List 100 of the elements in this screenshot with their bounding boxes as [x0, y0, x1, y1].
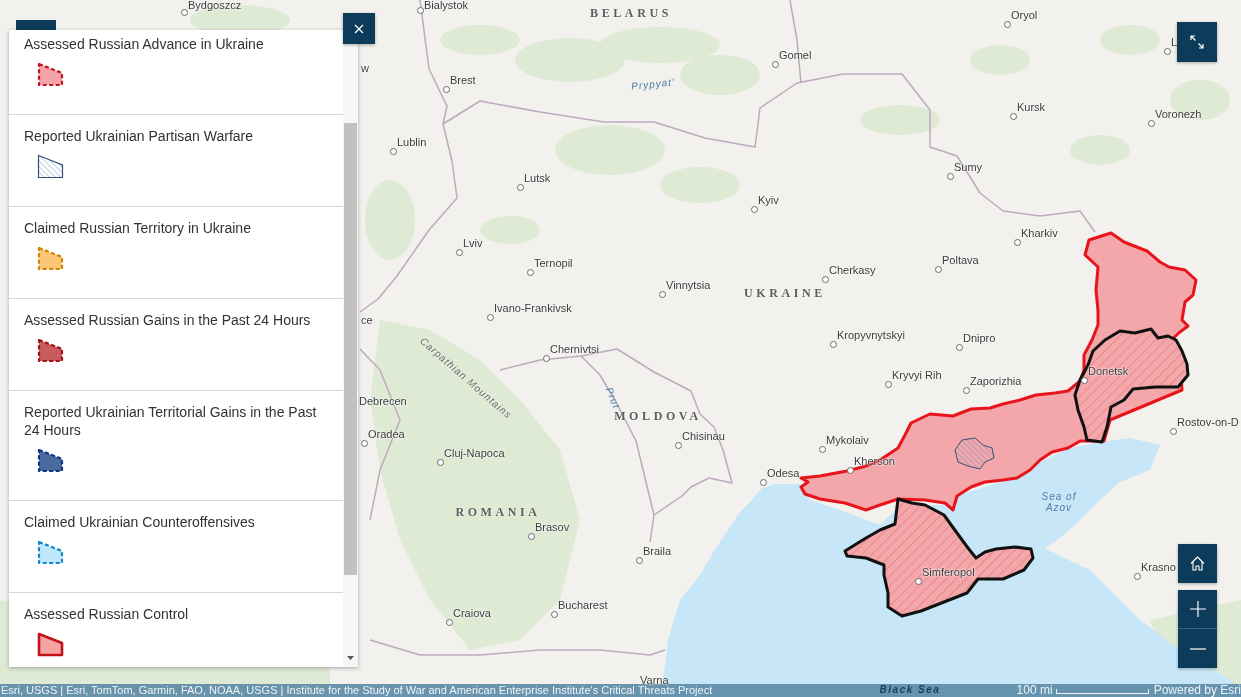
- city-label: Gomel: [779, 49, 812, 62]
- city-label: Donetsk: [1088, 365, 1129, 378]
- home-button[interactable]: [1178, 544, 1217, 583]
- city-label: ce: [361, 314, 373, 327]
- city-marker-icon: [635, 556, 643, 564]
- city-label: Cluj-Napoca: [444, 447, 505, 460]
- city-label: Kharkiv: [1021, 227, 1058, 240]
- forest-patch: [1100, 25, 1160, 55]
- city-label: Debrecen: [359, 395, 407, 408]
- city-marker-icon: [1163, 47, 1171, 55]
- city-marker-icon: [846, 466, 854, 474]
- city-label: Chernivtsi: [550, 343, 599, 356]
- country-label: ROMANIA: [455, 505, 541, 519]
- country-label: MOLDOVA: [614, 409, 702, 423]
- city-label: Craiova: [453, 607, 491, 620]
- city-label: Lviv: [463, 237, 483, 250]
- city-marker-icon: [1169, 427, 1177, 435]
- city-marker-icon: [818, 445, 826, 453]
- city-label: Mykolaiv: [826, 434, 869, 447]
- city-label: Lublin: [397, 136, 427, 149]
- city-marker-icon: [821, 275, 829, 283]
- plus-icon: [1189, 601, 1206, 617]
- city-marker-icon: [750, 205, 758, 213]
- legend-label: Reported Ukrainian Partisan Warfare: [24, 127, 255, 145]
- sea-label: Black Sea: [879, 683, 941, 695]
- legend-label: Claimed Russian Territory in Ukraine: [24, 219, 252, 237]
- city-marker-icon: [542, 354, 550, 362]
- scale-label: 100 mi: [1016, 684, 1053, 697]
- city-marker-icon: [445, 618, 453, 626]
- city-label: Odesa: [767, 467, 800, 480]
- city-label: w: [361, 62, 369, 75]
- city-label: Ternopil: [534, 257, 573, 270]
- city-label: Cherkasy: [829, 264, 876, 277]
- city-marker-icon: [1003, 20, 1011, 28]
- close-button[interactable]: [343, 13, 375, 44]
- city-label: Brest: [450, 74, 476, 87]
- city-marker-icon: [1147, 119, 1155, 127]
- home-icon: [1190, 556, 1205, 571]
- city-marker-icon: [674, 441, 682, 449]
- city-marker-icon: [1080, 376, 1088, 384]
- country-label: UKRAINE: [744, 286, 826, 300]
- city-label: Voronezh: [1155, 108, 1202, 121]
- city-label: Dnipro: [963, 332, 996, 345]
- city-marker-icon: [442, 85, 450, 93]
- city-label: Varna: [640, 674, 669, 686]
- city-label: Vinnytsia: [666, 279, 711, 292]
- forest-patch: [1070, 135, 1130, 165]
- city-label: Oradea: [368, 428, 405, 441]
- city-label: Krasno: [1141, 561, 1176, 574]
- city-marker-icon: [550, 610, 558, 618]
- city-label: Kursk: [1017, 101, 1046, 114]
- water-label: Prypyat': [630, 76, 676, 92]
- city-marker-icon: [360, 439, 368, 447]
- city-marker-icon: [486, 313, 494, 321]
- city-label: Bialystok: [424, 0, 469, 12]
- city-marker-icon: [180, 8, 188, 16]
- city-marker-icon: [829, 340, 837, 348]
- water-label: Sea of Azov: [1040, 491, 1078, 513]
- water-label: Prut: [603, 385, 623, 411]
- city-label: L: [1171, 36, 1178, 49]
- zoom-in-button[interactable]: [1178, 590, 1217, 629]
- legend-label: Assessed Russian Advance in Ukraine: [24, 35, 265, 53]
- city-label: Braila: [643, 545, 672, 558]
- close-icon: [354, 23, 364, 34]
- powered-by-link[interactable]: Powered by Esri: [1153, 684, 1241, 697]
- legend-label: Claimed Ukrainian Counteroffensives: [24, 513, 256, 531]
- city-label: Ivano-Frankivsk: [494, 302, 572, 315]
- city-label: Oryol: [1011, 9, 1038, 22]
- fullscreen-button[interactable]: [1177, 22, 1217, 62]
- city-marker-icon: [771, 60, 779, 68]
- city-marker-icon: [527, 532, 535, 540]
- city-label: Brasov: [535, 521, 570, 534]
- legend-label: Reported Ukrainian Territorial Gains in the Past 24 Hours: [24, 403, 318, 439]
- city-label: Chisinau: [682, 430, 725, 443]
- scroll-down-icon[interactable]: [347, 656, 354, 660]
- city-marker-icon: [516, 183, 524, 191]
- city-label: Zaporizhia: [970, 375, 1022, 388]
- legend-label: Assessed Russian Gains in the Past 24 Hours: [24, 311, 312, 329]
- attribution-text: Esri, USGS | Esri, TomTom, Garmin, FAO, NOAA, USGS | Institute for the Study of War and American Enterprise Institute's Critical Threats Project: [0, 684, 713, 697]
- partisan-area: [954, 437, 995, 470]
- expand-icon: [1190, 35, 1204, 49]
- city-label: Simferopol: [922, 566, 975, 579]
- city-marker-icon: [914, 577, 922, 585]
- city-label: Lutsk: [524, 172, 551, 185]
- city-marker-icon: [389, 147, 397, 155]
- city-marker-icon: [416, 6, 424, 14]
- legend-label: Assessed Russian Control: [24, 605, 190, 623]
- country-label: BELARUS: [590, 6, 672, 20]
- city-marker-icon: [526, 268, 534, 276]
- city-marker-icon: [455, 248, 463, 256]
- scrollbar-thumb[interactable]: [344, 123, 357, 575]
- city-label: Kryvyi Rih: [892, 369, 942, 382]
- city-marker-icon: [759, 478, 767, 486]
- zoom-out-button[interactable]: [1178, 629, 1217, 668]
- city-marker-icon: [946, 172, 954, 180]
- city-label: Bydgoszcz: [188, 0, 242, 12]
- scrollbar-track[interactable]: [343, 44, 358, 667]
- city-label: Rostov-on-D: [1177, 416, 1239, 429]
- city-marker-icon: [658, 290, 666, 298]
- city-marker-icon: [436, 458, 444, 466]
